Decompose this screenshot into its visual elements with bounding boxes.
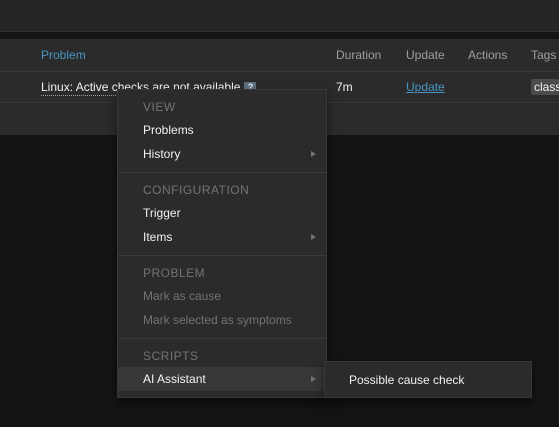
submenu-arrow-icon	[311, 151, 316, 157]
menu-item-label: Mark selected as symptoms	[143, 313, 292, 327]
menu-divider	[118, 255, 326, 256]
column-header-duration: Duration	[336, 48, 382, 62]
submenu-arrow-icon	[311, 234, 316, 240]
menu-divider	[118, 338, 326, 339]
menu-header-view: VIEW	[143, 100, 176, 114]
menu-item-mark-selected-as-symptoms: Mark selected as symptoms	[118, 308, 326, 332]
menu-item-label: History	[143, 147, 181, 161]
table-header: Problem Duration Update Actions Tags	[0, 39, 559, 72]
menu-item-label: Trigger	[143, 206, 181, 220]
tag-badge[interactable]: class	[531, 79, 559, 95]
menu-item-history[interactable]: History	[118, 142, 326, 166]
menu-divider	[118, 172, 326, 173]
menu-item-label: Problems	[143, 123, 194, 137]
context-menu: VIEW Problems History CONFIGURATION Trig…	[117, 89, 327, 398]
menu-header-configuration: CONFIGURATION	[143, 183, 250, 197]
duration-cell: 7m	[336, 80, 353, 94]
menu-header-problem: PROBLEM	[143, 266, 206, 280]
update-link[interactable]: Update	[406, 80, 445, 94]
top-filter-band	[0, 0, 559, 32]
column-header-problem[interactable]: Problem	[41, 48, 86, 62]
column-header-tags: Tags	[531, 48, 557, 62]
menu-item-problems[interactable]: Problems	[118, 118, 326, 142]
submenu-arrow-icon	[311, 376, 316, 382]
menu-item-ai-assistant[interactable]: AI Assistant	[118, 367, 326, 391]
menu-item-label: Mark as cause	[143, 289, 222, 303]
menu-item-possible-cause-check[interactable]: Possible cause check	[349, 373, 464, 387]
menu-item-label: AI Assistant	[143, 372, 206, 386]
menu-item-mark-as-cause: Mark as cause	[118, 284, 326, 308]
column-header-actions: Actions	[468, 48, 508, 62]
menu-item-label: Items	[143, 230, 173, 244]
ai-assistant-submenu: Possible cause check	[324, 361, 532, 398]
menu-header-scripts: SCRIPTS	[143, 349, 199, 363]
menu-item-trigger[interactable]: Trigger	[118, 201, 326, 225]
menu-item-items[interactable]: Items	[118, 225, 326, 249]
column-header-update: Update	[406, 48, 445, 62]
